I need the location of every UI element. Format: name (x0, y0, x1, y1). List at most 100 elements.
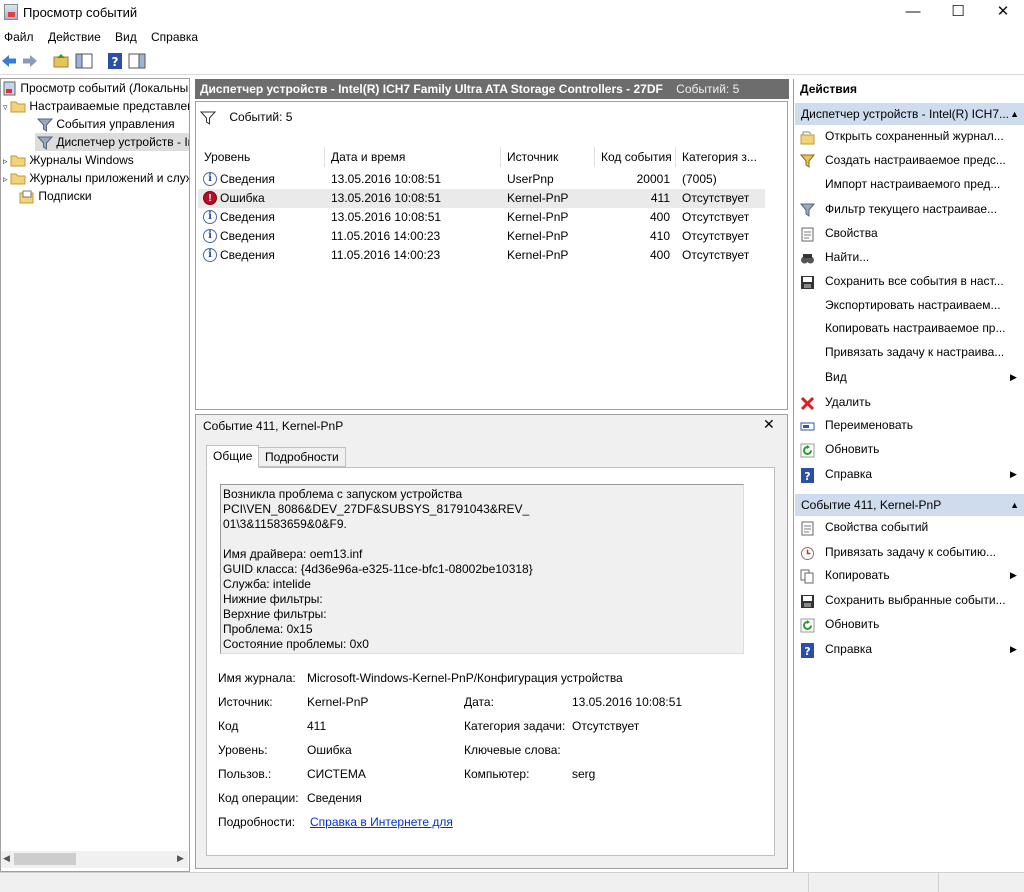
scroll-left-arrow-icon[interactable]: ◀ (3, 853, 10, 864)
column-header-code[interactable]: Код события (601, 150, 672, 164)
menu-view[interactable]: Вид (115, 30, 137, 44)
collapse-triangle-icon[interactable]: ▲ (1010, 494, 1019, 516)
view-action-item[interactable]: Переименовать (825, 418, 913, 432)
view-action-item[interactable]: Удалить (825, 395, 871, 409)
create-view-icon (800, 154, 815, 168)
cell-category: Отсутствует (682, 248, 750, 262)
column-header-date[interactable]: Дата и время (331, 150, 405, 164)
scrollbar-thumb[interactable] (14, 853, 76, 865)
info-icon: i (203, 229, 217, 243)
folder-up-icon[interactable] (52, 52, 70, 70)
view-action-item[interactable]: Сохранить все события в наст... (825, 274, 1004, 288)
event-action-item[interactable]: Свойства событий (825, 520, 928, 534)
event-action-item[interactable]: Справка (825, 642, 872, 656)
collapse-triangle-icon[interactable]: ▲ (1010, 103, 1019, 125)
submenu-arrow-icon[interactable]: ▶ (1010, 644, 1017, 655)
event-properties-icon (801, 521, 814, 536)
table-row[interactable]: i Сведения 11.05.2016 14:00:23 Kernel-PnP 41… (198, 227, 765, 246)
task-category-label: Категория задачи: (464, 719, 566, 733)
user-value[interactable]: СИСТЕМА (307, 767, 366, 781)
actions-section-2-label: Событие 411, Kernel-PnP (801, 498, 942, 512)
view-action-item[interactable]: Экспортировать настраиваем... (825, 298, 1001, 312)
table-row[interactable]: i Сведения 13.05.2016 10:08:51 UserPnp 20001… (198, 170, 765, 189)
table-row[interactable]: ! Ошибка 13.05.2016 10:08:51 Kernel-PnP 411 О… (198, 189, 765, 208)
actions-section-event[interactable]: Событие 411, Kernel-PnP ▲ (795, 494, 1024, 516)
properties-icon (801, 227, 814, 242)
chevron-right-icon[interactable]: ▹ (3, 174, 10, 184)
view-action-item[interactable]: Найти... (825, 250, 869, 264)
event-action-item[interactable]: Обновить (825, 617, 879, 631)
minimize-button[interactable]: — (890, 0, 936, 26)
opcode-value[interactable]: Сведения (307, 791, 362, 805)
submenu-arrow-icon[interactable]: ▶ (1010, 372, 1017, 383)
menu-file[interactable]: Файл (4, 30, 34, 44)
view-action-item[interactable]: Фильтр текущего настраивае... (825, 202, 997, 216)
tree-item-app-logs[interactable]: ▹ Журналы приложений и служб (3, 169, 189, 187)
tree-item-windows-logs[interactable]: ▹ Журналы Windows (3, 151, 189, 169)
maximize-button[interactable]: ☐ (935, 0, 981, 26)
tree-item-admin-events[interactable]: События управления (37, 115, 189, 133)
menu-help[interactable]: Справка (151, 30, 198, 44)
close-window-button[interactable]: ✕ (980, 0, 1024, 26)
view-action-item[interactable]: Обновить (825, 442, 879, 456)
menu-action[interactable]: Действие (48, 30, 101, 44)
view-action-item[interactable]: Свойства (825, 226, 878, 240)
cell-source: Kernel-PnP (507, 229, 569, 243)
view-action-item[interactable]: Справка (825, 467, 872, 481)
cell-category: Отсутствует (682, 229, 750, 243)
submenu-arrow-icon[interactable]: ▶ (1010, 570, 1017, 581)
tree-item-root[interactable]: Просмотр событий (Локальный) (3, 79, 189, 97)
table-header: Уровень Дата и время Источник Код событи… (198, 147, 765, 167)
event-action-item[interactable]: Привязать задачу к событию... (825, 545, 996, 559)
date-value[interactable]: 13.05.2016 10:08:51 (572, 695, 682, 709)
chevron-right-icon[interactable]: ▹ (3, 156, 10, 166)
info-icon: i (203, 172, 217, 186)
submenu-arrow-icon[interactable]: ▶ (1010, 469, 1017, 480)
source-label: Источник: (218, 695, 273, 709)
back-arrow-icon[interactable] (0, 52, 18, 70)
filter-icon (800, 203, 815, 217)
level-value[interactable]: Ошибка (307, 743, 352, 757)
column-header-level[interactable]: Уровень (204, 150, 250, 164)
show-hide-action-pane-icon[interactable] (128, 52, 146, 70)
task-category-value[interactable]: Отсутствует (572, 719, 639, 733)
computer-value[interactable]: serg (572, 767, 595, 781)
view-action-item[interactable]: Импорт настраиваемого пред... (825, 177, 1000, 191)
chevron-down-icon[interactable]: ▿ (3, 102, 10, 112)
svg-text:?: ? (112, 55, 119, 69)
online-help-link[interactable]: Справка в Интернете для (310, 815, 453, 829)
actions-section-device-manager[interactable]: Диспетчер устройств - Intel(R) ICH7... ▲ (795, 103, 1024, 125)
scroll-right-arrow-icon[interactable]: ▶ (177, 853, 184, 864)
event-action-item[interactable]: Сохранить выбранные событи... (825, 593, 1006, 607)
column-header-source[interactable]: Источник (507, 150, 558, 164)
code-value[interactable]: 411 (307, 719, 326, 733)
view-action-item[interactable]: Привязать задачу к настраива... (825, 345, 1004, 359)
tab-details[interactable]: Подробности (258, 447, 346, 467)
tree-item-device-manager[interactable]: Диспетчер устройств - Intel(R) ICH7 (35, 133, 189, 151)
event-details-title: Событие 411, Kernel-PnP (203, 419, 344, 433)
help-icon[interactable]: ? (106, 52, 124, 70)
filter-info: Событий: 5 (199, 110, 293, 125)
view-action-item[interactable]: Открыть сохраненный журнал... (825, 129, 1004, 143)
view-action-item[interactable]: Создать настраиваемое предс... (825, 153, 1006, 167)
source-value[interactable]: Kernel-PnP (307, 695, 368, 709)
close-details-button[interactable]: ✕ (763, 416, 775, 433)
show-hide-tree-icon[interactable] (75, 52, 93, 70)
event-action-item[interactable]: Копировать (825, 568, 890, 582)
view-action-item[interactable]: Копировать настраиваемое пр... (825, 321, 1006, 335)
forward-arrow-icon[interactable] (21, 52, 39, 70)
event-description[interactable]: Возникла проблема с запуском устройства … (220, 484, 744, 654)
tab-general[interactable]: Общие (206, 445, 260, 468)
filter-count: Событий: 5 (229, 110, 293, 124)
table-row[interactable]: i Сведения 13.05.2016 10:08:51 Kernel-PnP 40… (198, 208, 765, 227)
filter-icon (199, 111, 217, 125)
column-header-category[interactable]: Категория з... (682, 150, 757, 164)
log-name-value[interactable]: Microsoft-Windows-Kernel-PnP/Конфигураци… (307, 671, 623, 685)
tree-item-subscriptions[interactable]: Подписки (19, 187, 189, 205)
view-action-item[interactable]: Вид (825, 370, 847, 384)
save-icon (801, 276, 814, 289)
table-row[interactable]: i Сведения 11.05.2016 14:00:23 Kernel-PnP 40… (198, 246, 765, 265)
tree-item-custom-views[interactable]: ▿ Настраиваемые представления (3, 97, 189, 115)
find-icon (801, 254, 814, 264)
tree-custom-views-label: Настраиваемые представления (29, 99, 189, 113)
